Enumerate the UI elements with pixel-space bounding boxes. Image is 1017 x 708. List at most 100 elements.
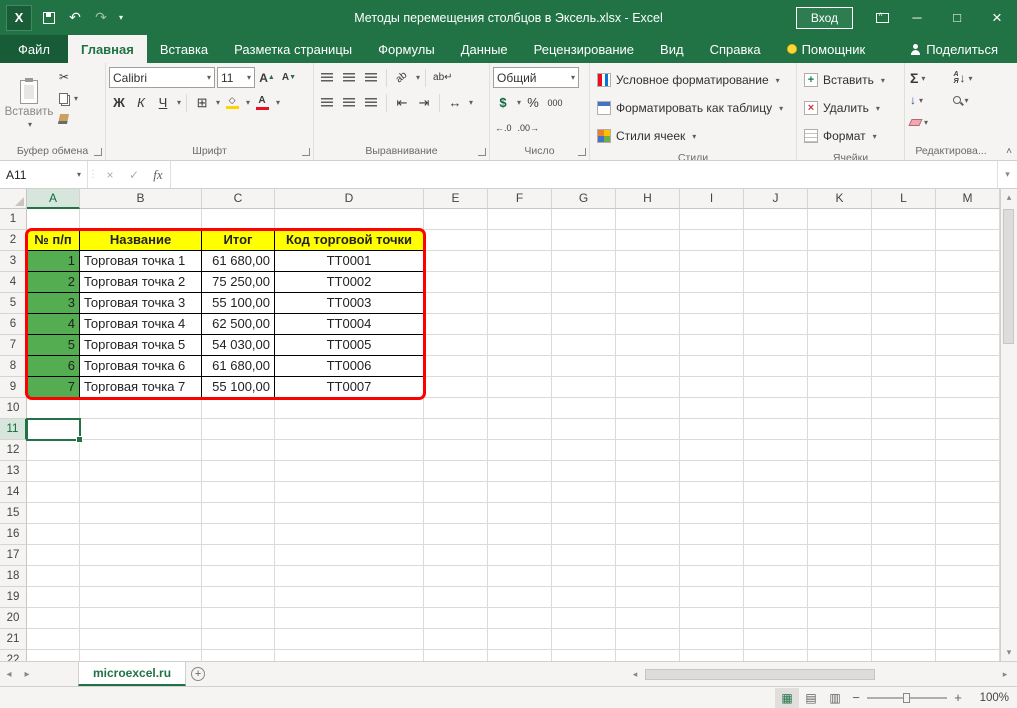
cell-D13[interactable] — [275, 461, 424, 482]
decrease-font-button[interactable]: А▼ — [279, 67, 299, 88]
sheet-tab-microexcel[interactable]: microexcel.ru — [78, 662, 186, 686]
sign-in-button[interactable]: Вход — [796, 7, 853, 29]
cell-G12[interactable] — [552, 440, 616, 461]
cell-L10[interactable] — [872, 398, 936, 419]
zoom-level[interactable]: 100% — [967, 692, 1009, 704]
cell-styles-button[interactable]: Стили ячеек▾ — [593, 124, 793, 148]
row-header-12[interactable]: 12 — [0, 440, 27, 461]
cell-M13[interactable] — [936, 461, 1000, 482]
cell-H22[interactable] — [616, 650, 680, 661]
font-dialog-launcher[interactable] — [302, 148, 310, 156]
cell-D3[interactable]: ТТ0001 — [275, 251, 424, 272]
cell-M21[interactable] — [936, 629, 1000, 650]
undo-button[interactable]: ↶ — [62, 5, 88, 31]
customize-qat-button[interactable]: ▾ — [114, 5, 128, 31]
cell-L7[interactable] — [872, 335, 936, 356]
increase-indent-button[interactable]: ⇥ — [414, 92, 434, 113]
sort-filter-button[interactable]: АЯ↓▾ — [953, 68, 992, 88]
cell-H17[interactable] — [616, 545, 680, 566]
row-header-7[interactable]: 7 — [0, 335, 27, 356]
cell-K7[interactable] — [808, 335, 872, 356]
name-box[interactable]: A11 ▾ — [0, 161, 88, 188]
cell-C12[interactable] — [202, 440, 275, 461]
cell-F15[interactable] — [488, 503, 552, 524]
row-header-11[interactable]: 11 — [0, 419, 27, 440]
cell-F8[interactable] — [488, 356, 552, 377]
cell-L19[interactable] — [872, 587, 936, 608]
autosum-button[interactable]: Σ▾ — [910, 68, 947, 88]
cell-J5[interactable] — [744, 293, 808, 314]
alignment-dialog-launcher[interactable] — [478, 148, 486, 156]
cell-C2[interactable]: Итог — [202, 230, 275, 251]
cell-L3[interactable] — [872, 251, 936, 272]
cell-I13[interactable] — [680, 461, 744, 482]
row-header-2[interactable]: 2 — [0, 230, 27, 251]
cell-B4[interactable]: Торговая точка 2 — [80, 272, 202, 293]
row-header-22[interactable]: 22 — [0, 650, 27, 661]
cell-C21[interactable] — [202, 629, 275, 650]
cell-I3[interactable] — [680, 251, 744, 272]
tab-page-layout[interactable]: Разметка страницы — [221, 35, 365, 63]
cell-B11[interactable] — [80, 419, 202, 440]
cell-C5[interactable]: 55 100,00 — [202, 293, 275, 314]
increase-font-button[interactable]: А▲ — [257, 67, 277, 88]
row-header-9[interactable]: 9 — [0, 377, 27, 398]
cell-H9[interactable] — [616, 377, 680, 398]
cell-K20[interactable] — [808, 608, 872, 629]
cell-L22[interactable] — [872, 650, 936, 661]
italic-button[interactable]: К — [131, 92, 151, 113]
cell-M8[interactable] — [936, 356, 1000, 377]
cell-C18[interactable] — [202, 566, 275, 587]
comma-style-button[interactable]: 000 — [545, 92, 565, 113]
row-header-16[interactable]: 16 — [0, 524, 27, 545]
cell-I7[interactable] — [680, 335, 744, 356]
horizontal-scrollbar[interactable]: ◂ ▸ — [627, 662, 1017, 686]
cell-M4[interactable] — [936, 272, 1000, 293]
cell-A5[interactable]: 3 — [27, 293, 80, 314]
cell-H11[interactable] — [616, 419, 680, 440]
cell-L2[interactable] — [872, 230, 936, 251]
page-layout-view-button[interactable]: ▤ — [799, 688, 823, 708]
row-header-10[interactable]: 10 — [0, 398, 27, 419]
underline-button[interactable]: Ч — [153, 92, 173, 113]
column-header-G[interactable]: G — [552, 189, 616, 209]
column-header-K[interactable]: K — [808, 189, 872, 209]
excel-app-icon[interactable]: X — [6, 5, 32, 31]
decrease-decimal-button[interactable]: .00→ — [516, 117, 542, 138]
cell-I22[interactable] — [680, 650, 744, 661]
cell-B15[interactable] — [80, 503, 202, 524]
cell-C17[interactable] — [202, 545, 275, 566]
copy-button[interactable]: ▾ — [59, 89, 78, 107]
cell-I16[interactable] — [680, 524, 744, 545]
cell-L5[interactable] — [872, 293, 936, 314]
cell-A17[interactable] — [27, 545, 80, 566]
cell-H1[interactable] — [616, 209, 680, 230]
row-header-1[interactable]: 1 — [0, 209, 27, 230]
cell-E15[interactable] — [424, 503, 488, 524]
cell-A16[interactable] — [27, 524, 80, 545]
cell-E5[interactable] — [424, 293, 488, 314]
cell-B2[interactable]: Название — [80, 230, 202, 251]
cell-G6[interactable] — [552, 314, 616, 335]
cell-L18[interactable] — [872, 566, 936, 587]
cell-F12[interactable] — [488, 440, 552, 461]
cell-F11[interactable] — [488, 419, 552, 440]
cell-L13[interactable] — [872, 461, 936, 482]
cell-H19[interactable] — [616, 587, 680, 608]
cell-F2[interactable] — [488, 230, 552, 251]
cell-E18[interactable] — [424, 566, 488, 587]
scroll-right-button[interactable]: ▸ — [997, 669, 1013, 680]
zoom-out-button[interactable]: − — [847, 690, 865, 705]
sheet-nav-right-button[interactable]: ▸ — [18, 662, 36, 686]
cell-I4[interactable] — [680, 272, 744, 293]
cell-H13[interactable] — [616, 461, 680, 482]
cell-M7[interactable] — [936, 335, 1000, 356]
cell-D12[interactable] — [275, 440, 424, 461]
cell-D21[interactable] — [275, 629, 424, 650]
cell-M2[interactable] — [936, 230, 1000, 251]
column-header-F[interactable]: F — [488, 189, 552, 209]
cell-M11[interactable] — [936, 419, 1000, 440]
cell-E12[interactable] — [424, 440, 488, 461]
cell-B9[interactable]: Торговая точка 7 — [80, 377, 202, 398]
redo-button[interactable]: ↷ — [88, 5, 114, 31]
